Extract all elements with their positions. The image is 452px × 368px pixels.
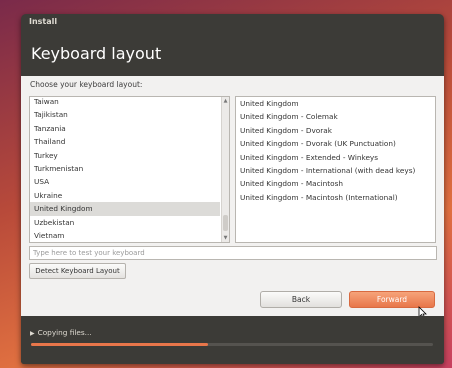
variant-list-item[interactable]: United Kingdom - Macintosh (Internationa… [236, 191, 435, 204]
content-area: Choose your keyboard layout: Taiwan Tajik… [21, 76, 444, 319]
installer-window: Install Keyboard layout Choose your keyb… [21, 14, 444, 364]
window-title: Install [29, 17, 58, 26]
page-title: Keyboard layout [31, 44, 162, 63]
variant-list-item[interactable]: United Kingdom - Dvorak [236, 124, 435, 137]
scroll-up-arrow-icon[interactable]: ▲ [223, 98, 228, 104]
variant-list-item[interactable]: United Kingdom - International (with dea… [236, 164, 435, 177]
variant-list-item[interactable]: United Kingdom - Dvorak (UK Punctuation) [236, 137, 435, 150]
layout-list-item[interactable]: USA [30, 175, 220, 188]
variant-list-item[interactable]: United Kingdom - Macintosh [236, 177, 435, 190]
progress-status[interactable]: ▶ Copying files... [30, 328, 92, 337]
back-button[interactable]: Back [260, 291, 342, 308]
scrollbar-thumb[interactable] [223, 215, 228, 231]
detect-layout-button[interactable]: Detect Keyboard Layout [29, 263, 126, 279]
layout-list-scrollbar[interactable]: ▲ ▼ [221, 97, 229, 242]
layout-list-items: Taiwan Tajikistan Tanzania Thailand Turkey Tu… [30, 97, 220, 242]
layout-list-item[interactable]: Thailand [30, 135, 220, 148]
variant-list-item[interactable]: United Kingdom - Colemak [236, 110, 435, 123]
layout-list-item[interactable]: Tanzania [30, 122, 220, 135]
scroll-down-arrow-icon[interactable]: ▼ [223, 235, 228, 241]
variant-list[interactable]: United Kingdom United Kingdom - Colemak Un… [235, 96, 436, 243]
layout-list-item[interactable]: Vietnam [30, 229, 220, 242]
variant-list-item[interactable]: United Kingdom [236, 97, 435, 110]
progress-bar [31, 343, 433, 346]
title-bar: Install [21, 14, 444, 30]
keyboard-test-input[interactable]: Type here to test your keyboard [29, 246, 437, 260]
layout-list-item[interactable]: Tajikistan [30, 108, 220, 121]
layout-list-item[interactable]: Ukraine [30, 189, 220, 202]
layout-list-item[interactable]: Turkmenistan [30, 162, 220, 175]
variant-list-item[interactable]: United Kingdom - Extended - Winkeys [236, 151, 435, 164]
layout-list-item[interactable]: United Kingdom [30, 202, 220, 216]
layout-list-item[interactable]: Uzbekistan [30, 216, 220, 229]
layout-list[interactable]: Taiwan Tajikistan Tanzania Thailand Turkey Tu… [29, 96, 230, 243]
progress-fill [31, 343, 208, 346]
layout-list-item[interactable]: Turkey [30, 149, 220, 162]
layout-list-item[interactable]: Taiwan [30, 97, 220, 108]
progress-footer: ▶ Copying files... [21, 316, 444, 364]
variant-list-items: United Kingdom United Kingdom - Colemak Un… [236, 97, 435, 204]
choose-layout-label: Choose your keyboard layout: [30, 80, 143, 89]
progress-label: Copying files... [37, 328, 92, 337]
triangle-right-icon[interactable]: ▶ [30, 330, 35, 337]
